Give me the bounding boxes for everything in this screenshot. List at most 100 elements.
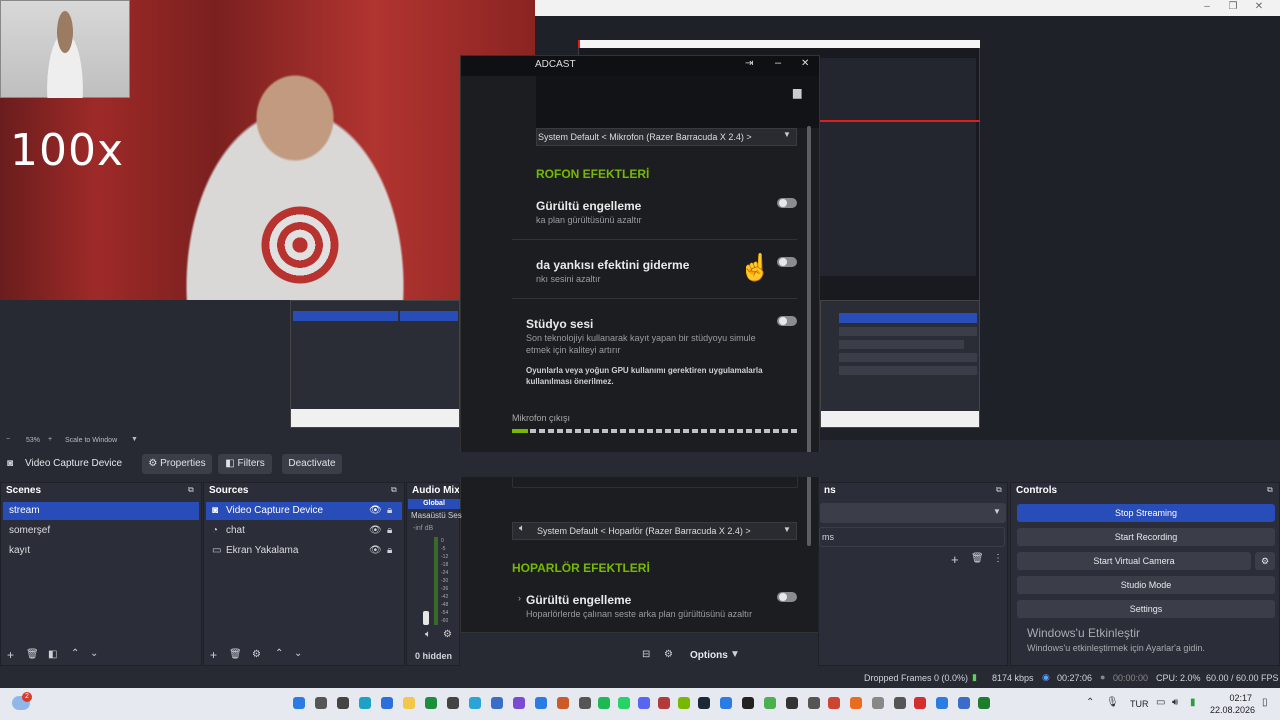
source-settings-icon[interactable]: ⚙ (252, 649, 261, 660)
volume-slider[interactable] (423, 611, 429, 625)
app-icon[interactable] (786, 697, 798, 709)
add-scene-icon[interactable]: + (7, 648, 14, 662)
app-icon[interactable] (720, 697, 732, 709)
start-icon[interactable] (293, 697, 305, 709)
audio-settings-icon[interactable]: ⚙ (443, 629, 452, 640)
stop-streaming-button[interactable]: Stop Streaming (1017, 504, 1275, 522)
panel-undock-icon[interactable]: ⧉ (996, 485, 1002, 495)
nv-minimize-icon[interactable]: – (775, 57, 781, 69)
tray-chevron-icon[interactable]: ⌃ (1086, 697, 1094, 708)
echo-removal-toggle[interactable] (777, 257, 797, 267)
nv-scrollbar[interactable] (807, 126, 811, 546)
virtual-camera-settings-icon[interactable]: ⚙ (1255, 552, 1275, 570)
nv-close-icon[interactable]: ✕ (801, 58, 809, 69)
speaker-noise-toggle[interactable] (777, 592, 797, 602)
whatsapp-icon[interactable] (618, 697, 630, 709)
move-up-icon[interactable]: ⌃ (275, 648, 283, 659)
move-down-icon[interactable]: ⌄ (294, 648, 302, 659)
duration-field[interactable]: ms (819, 527, 1005, 547)
panel-undock-icon[interactable]: ⧉ (1267, 485, 1273, 495)
deactivate-button[interactable]: Deactivate (282, 454, 342, 474)
close-icon[interactable]: ✕ (1246, 0, 1272, 16)
maximize-icon[interactable]: ❐ (1220, 0, 1246, 16)
app-icon[interactable] (828, 697, 840, 709)
start-virtual-camera-button[interactable]: Start Virtual Camera (1017, 552, 1251, 570)
app-icon[interactable] (469, 697, 481, 709)
nvidia-icon[interactable] (678, 697, 690, 709)
speaker-device-select[interactable]: System Default < Hoparlör (Razer Barracu… (512, 522, 797, 540)
app-icon[interactable] (381, 697, 393, 709)
app-icon[interactable] (535, 697, 547, 709)
eye-icon[interactable]: 👁︎ (369, 505, 382, 516)
layout-icon[interactable]: ⊟ (642, 649, 650, 660)
network-icon[interactable]: ▭ (1156, 697, 1165, 708)
clock-time[interactable]: 02:17 (1224, 693, 1252, 703)
remove-source-icon[interactable]: 🗑︎ (229, 649, 242, 660)
app-icon[interactable] (872, 697, 884, 709)
app-icon[interactable] (557, 697, 569, 709)
add-source-icon[interactable]: + (210, 648, 217, 662)
filters-button[interactable]: ◧ Filters (218, 454, 272, 474)
noise-removal-toggle[interactable] (777, 198, 797, 208)
studio-voice-toggle[interactable] (777, 316, 797, 326)
scene-item[interactable]: stream (3, 502, 199, 520)
chrome-icon[interactable] (764, 697, 776, 709)
transition-select[interactable] (820, 503, 1006, 523)
minimize-icon[interactable]: – (1194, 0, 1220, 16)
notifications-icon[interactable]: ▯ (1262, 697, 1268, 708)
app-icon[interactable] (914, 697, 926, 709)
lock-icon[interactable]: 🔒︎ (387, 545, 392, 556)
move-up-icon[interactable]: ⌃ (71, 648, 79, 659)
eye-icon[interactable]: 👁︎ (369, 525, 382, 536)
app-icon[interactable] (936, 697, 948, 709)
options-button[interactable]: Options (690, 650, 728, 661)
obs-icon[interactable] (742, 697, 754, 709)
volume-icon[interactable]: 🔊︎ (1172, 697, 1178, 708)
app-icon[interactable] (850, 697, 862, 709)
xbox-icon[interactable] (425, 697, 437, 709)
mic-device-select[interactable]: System Default < Mikrofon (Razer Barracu… (536, 128, 797, 146)
add-transition-icon[interactable]: + (951, 552, 959, 567)
mute-icon[interactable]: 🔈︎ (425, 629, 431, 640)
scene-filter-icon[interactable]: ◧ (48, 649, 57, 660)
language-indicator[interactable]: TUR (1130, 699, 1149, 709)
explorer-icon[interactable] (403, 697, 415, 709)
battery-icon[interactable]: ▮ (1190, 697, 1196, 708)
move-down-icon[interactable]: ⌄ (90, 648, 98, 659)
microphone-icon[interactable]: 🎙︎ (1106, 697, 1119, 708)
spotify-icon[interactable] (598, 697, 610, 709)
app-icon[interactable] (491, 697, 503, 709)
studio-mode-button[interactable]: Studio Mode (1017, 576, 1275, 594)
lock-icon[interactable]: 🔒︎ (387, 505, 392, 516)
discord-icon[interactable] (638, 697, 650, 709)
scale-chevron-icon[interactable]: ▼ (131, 436, 138, 443)
steam-icon[interactable] (698, 697, 710, 709)
app-icon[interactable] (808, 697, 820, 709)
visual-studio-icon[interactable] (513, 697, 525, 709)
remove-transition-icon[interactable]: 🗑︎ (971, 553, 984, 564)
search-icon[interactable] (315, 697, 327, 709)
audio-global-tab[interactable]: Global (408, 499, 460, 509)
eye-icon[interactable]: 👁︎ (369, 545, 382, 556)
app-icon[interactable] (958, 697, 970, 709)
settings-button[interactable]: Settings (1017, 600, 1275, 618)
zoom-in-icon[interactable]: + (48, 436, 52, 443)
app-icon[interactable] (579, 697, 591, 709)
scene-item[interactable]: kayıt (3, 542, 199, 560)
zoom-out-icon[interactable]: − (6, 436, 10, 443)
task-view-icon[interactable] (337, 697, 349, 709)
app-icon[interactable] (447, 697, 459, 709)
app-icon[interactable] (894, 697, 906, 709)
clock-date[interactable]: 22.08.2026 (1210, 705, 1255, 715)
nv-signin-icon[interactable]: ⇥ (745, 58, 753, 69)
start-recording-button[interactable]: Start Recording (1017, 528, 1275, 546)
properties-button[interactable]: ⚙ Properties (142, 454, 212, 474)
remove-scene-icon[interactable]: 🗑︎ (26, 649, 39, 660)
edge-icon[interactable] (359, 697, 371, 709)
dock-settings-icon[interactable]: ⚙ (664, 649, 673, 660)
panel-undock-icon[interactable]: ⧉ (391, 485, 397, 495)
scene-item[interactable]: somerşef (3, 522, 199, 540)
options-chevron-icon[interactable]: ▼ (730, 649, 740, 660)
feedback-icon[interactable]: ▆ (793, 86, 801, 99)
more-icon[interactable]: ⋮ (993, 553, 1003, 564)
